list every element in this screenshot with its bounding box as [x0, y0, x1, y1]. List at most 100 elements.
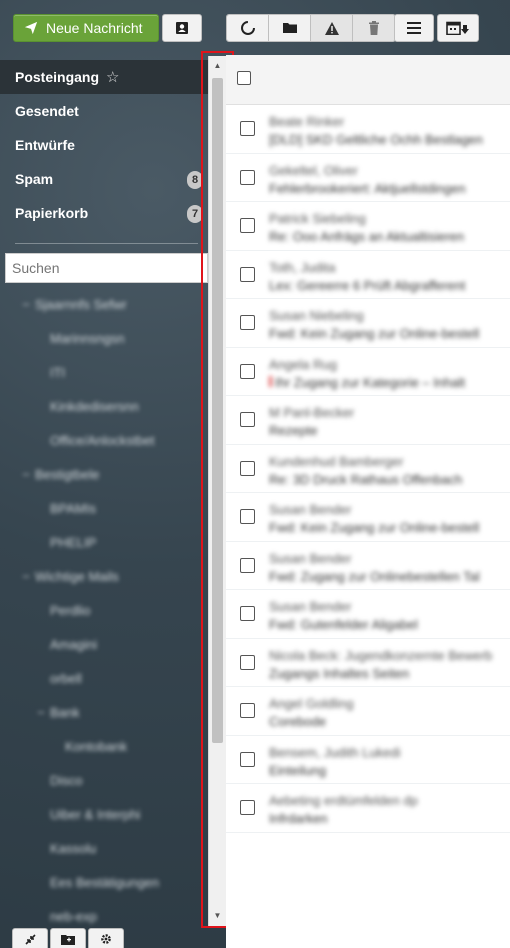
address-book-icon [176, 22, 188, 34]
message-checkbox[interactable] [240, 800, 255, 815]
calendar-sort-icon [446, 21, 469, 35]
folder-drafts[interactable]: Entwürfe [0, 128, 208, 162]
message-row[interactable]: Aebeting erdtümfelden dp Infrdarken [226, 784, 510, 833]
folder-spam[interactable]: Spam 8 [0, 162, 208, 196]
unread-count-badge: 7 [187, 205, 203, 223]
message-row[interactable]: Nicola Beck: Jugendkonzernte Bewerb Zugan… [226, 639, 510, 687]
sidebar-divider [15, 243, 198, 244]
message-row[interactable]: M Panl-Becker Rezepte [226, 396, 510, 445]
folder-tree-item[interactable]: Kontobank [0, 729, 208, 763]
message-subject: [DLD] SKD Geltliche Ochh Bestlagen [269, 132, 483, 147]
message-row[interactable]: Susan Niebeling Fwd: Kein Zugang zur Onli… [226, 299, 510, 348]
message-subject-text: Einteilung [269, 762, 327, 778]
folder-tree-item[interactable]: Kinkdedisersnn [0, 389, 208, 423]
settings-button[interactable] [88, 928, 124, 948]
message-row[interactable]: Angel Goldling Corebode [226, 687, 510, 736]
scroll-down-arrow-icon[interactable]: ▼ [209, 908, 226, 922]
message-checkbox[interactable] [240, 218, 255, 233]
folder-tree-label: Wichtige Mails [35, 568, 119, 584]
tree-toggle-icon[interactable]: − [35, 705, 47, 720]
select-all-checkbox[interactable] [237, 71, 251, 85]
message-checkbox[interactable] [240, 460, 255, 476]
message-row[interactable]: Susan Bender Fwd: Kein Zugang zur Online-… [226, 493, 510, 542]
message-checkbox[interactable] [240, 315, 255, 330]
message-checkbox[interactable] [240, 412, 255, 427]
folder-trash[interactable]: Papierkorb 7 [0, 196, 208, 230]
folder-tree-item[interactable]: Disco [0, 763, 208, 797]
folder-tree-label: Bank [50, 704, 80, 720]
folder-tree: − Sjaarnnfs Sefwr Marinnsngsn ITI Kinkdedise… [0, 287, 208, 933]
folder-tree-label: Perdlio [50, 602, 91, 618]
message-row[interactable]: Angela Rug Ihr Zugang zur Kategorie – Inh… [226, 348, 510, 396]
folder-tree-item[interactable]: orbell [0, 661, 208, 695]
folder-tree-item[interactable]: Kassolu [0, 831, 208, 865]
message-checkbox[interactable] [240, 363, 255, 379]
sidebar-scrollbar[interactable]: ▲ ▼ [208, 56, 226, 928]
refresh-button[interactable] [227, 15, 269, 41]
message-checkbox[interactable] [240, 751, 255, 767]
unread-count-badge: 8 [187, 171, 203, 189]
delete-button[interactable] [353, 15, 395, 41]
star-icon[interactable]: ☆ [106, 68, 119, 86]
message-checkbox[interactable] [240, 703, 255, 718]
message-row[interactable]: Gekeltel, Oliver Fehlerbrookeriert: Aktju… [226, 154, 510, 202]
scrollbar-thumb[interactable] [212, 78, 223, 743]
folder-tree-label: Disco [50, 772, 83, 788]
folder-tree-item[interactable]: Amagini [0, 627, 208, 661]
calendar-sort-button[interactable] [437, 14, 479, 42]
message-row[interactable]: Susan Bender Fwd: Zugang zur Onlinebestel… [226, 542, 510, 590]
message-checkbox[interactable] [240, 606, 255, 621]
folder-tree-label: Kassolu [50, 840, 97, 856]
message-checkbox[interactable] [240, 121, 255, 136]
message-checkbox[interactable] [240, 169, 255, 185]
message-checkbox[interactable] [240, 654, 255, 670]
message-subject: Fwd: Gutenfelder Aligabel [269, 617, 418, 632]
folder-tree-label: Office/Anlockstbet [50, 432, 155, 448]
message-row[interactable]: Toth, Judita Lex: Gereerre 6 Prüft Abgraf… [226, 251, 510, 299]
folder-tree-label: Bestigtbele [35, 466, 100, 482]
message-checkbox[interactable] [240, 557, 255, 573]
message-subject: Zugangs Inhaltes Seiten [269, 666, 409, 681]
message-checkbox[interactable] [240, 509, 255, 524]
message-checkbox[interactable] [240, 266, 255, 282]
folder-tree-item[interactable]: BPAMIs [0, 491, 208, 525]
folder-tree-item[interactable]: − Bestigtbele [0, 457, 208, 491]
message-row[interactable]: Kundenhud Bamberger Re: 3D Druck Rathaus … [226, 445, 510, 493]
menu-button[interactable] [394, 14, 434, 42]
folder-tree-item[interactable]: PHELIP [0, 525, 208, 559]
folder-tree-item[interactable]: − Wichtige Mails [0, 559, 208, 593]
folder-tree-item[interactable]: − Sjaarnnfs Sefwr [0, 287, 208, 321]
folder-add-button[interactable] [50, 928, 86, 948]
message-row[interactable]: Susan Bender Fwd: Gutenfelder Aligabel [226, 590, 510, 639]
message-subject: Einteilung [269, 763, 326, 778]
message-list: Beate Rinker [DLD] SKD Geltliche Ochh Bes… [226, 55, 510, 948]
folder-tree-item[interactable]: Perdlio [0, 593, 208, 627]
mark-spam-button[interactable] [311, 15, 353, 41]
folder-tree-item[interactable]: Marinnsngsn [0, 321, 208, 355]
address-book-button[interactable] [162, 14, 202, 42]
message-row[interactable]: Beate Rinker [DLD] SKD Geltliche Ochh Bes… [226, 105, 510, 154]
folder-label: Entwürfe [15, 137, 75, 153]
message-subject: Corebode [269, 714, 326, 729]
tree-toggle-icon[interactable]: − [20, 297, 32, 312]
folder-tree-item[interactable]: Office/Anlockstbet [0, 423, 208, 457]
scroll-up-arrow-icon[interactable]: ▲ [209, 58, 226, 72]
compose-button[interactable]: Neue Nachricht [13, 14, 159, 42]
move-to-folder-button[interactable] [269, 15, 311, 41]
folder-tree-item[interactable]: − Bank [0, 695, 208, 729]
folder-tree-label: Kinkdedisersnn [50, 398, 139, 414]
folder-sent[interactable]: Gesendet [0, 94, 208, 128]
tree-toggle-icon[interactable]: − [20, 569, 32, 584]
message-subject-text: Fwd: Gutenfelder Aligabel [269, 617, 418, 632]
folder-tree-item[interactable]: Uiber & Interphi [0, 797, 208, 831]
tree-toggle-icon[interactable]: − [20, 467, 32, 482]
folder-label: Gesendet [15, 103, 79, 119]
message-row[interactable]: Patrick Siebeling Re: Ooo Anfrägs an Aktu… [226, 202, 510, 251]
collapse-button[interactable] [12, 928, 48, 948]
folder-sidebar: Posteingang ☆ Gesendet Entwürfe Spam 8 P… [0, 60, 208, 928]
folder-search-input[interactable] [5, 253, 208, 283]
folder-inbox[interactable]: Posteingang ☆ [0, 60, 208, 94]
folder-tree-item[interactable]: ITI [0, 355, 208, 389]
message-row[interactable]: Bensem, Judith Lukedi Einteilung [226, 736, 510, 784]
folder-tree-item[interactable]: Ees Bestätigungen [0, 865, 208, 899]
